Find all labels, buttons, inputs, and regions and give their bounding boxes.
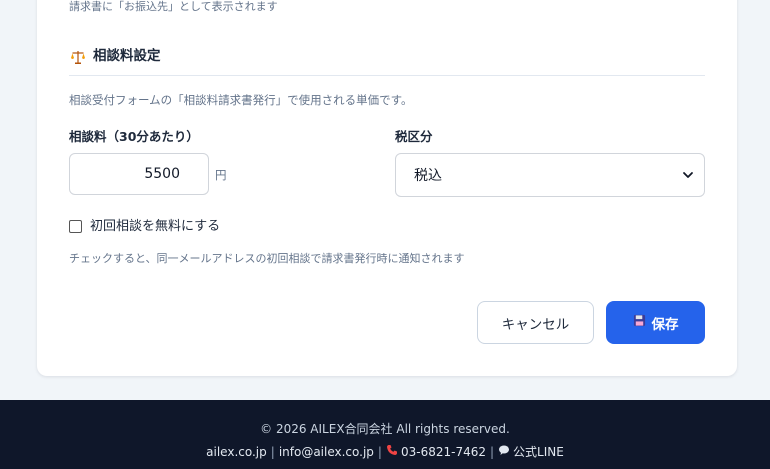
- cancel-button-label: キャンセル: [501, 316, 570, 333]
- email-link[interactable]: info@ailex.co.jp: [279, 444, 374, 460]
- separator: |: [377, 445, 382, 459]
- section-title: 相談料設定: [93, 48, 161, 64]
- phone-icon: [386, 444, 398, 456]
- section-header: 相談料設定: [69, 46, 705, 76]
- separator: |: [270, 445, 275, 459]
- free-first-label[interactable]: 初回相談を無料にする: [90, 218, 220, 235]
- footer: © 2026 AILEX合同会社 All rights reserved. ai…: [0, 400, 770, 469]
- site-link[interactable]: ailex.co.jp: [206, 444, 267, 460]
- tax-selected-value: 税込: [414, 168, 442, 184]
- phone-number: 03-6821-7462: [400, 445, 486, 459]
- fee-label: 相談料（30分あたり）: [69, 129, 199, 144]
- phone-link[interactable]: 03-6821-7462: [386, 444, 486, 460]
- floppy-disk-icon: [633, 314, 646, 331]
- speech-bubble-icon: [498, 444, 510, 456]
- copyright-text: © 2026 AILEX合同会社 All rights reserved.: [260, 422, 510, 436]
- free-first-checkbox[interactable]: [69, 220, 82, 233]
- tax-select[interactable]: 税込: [395, 153, 705, 197]
- chevron-down-icon: [682, 166, 694, 185]
- section-description: 相談受付フォームの「相談料請求書発行」で使用される単価です。: [69, 93, 413, 107]
- line-label: 公式LINE: [513, 445, 564, 459]
- footer-links: ailex.co.jp | info@ailex.co.jp | 03-6821…: [0, 444, 770, 460]
- scales-icon: [69, 48, 87, 66]
- save-button[interactable]: 保存: [606, 301, 705, 344]
- save-button-label: 保存: [651, 316, 679, 333]
- separator: |: [489, 445, 495, 459]
- tax-label: 税区分: [395, 129, 433, 144]
- free-first-hint: チェックすると、同一メールアドレスの初回相談で請求書発行時に通知されます: [69, 252, 465, 265]
- cancel-button[interactable]: キャンセル: [477, 301, 594, 344]
- fee-unit: 円: [215, 168, 227, 182]
- fee-input[interactable]: [69, 153, 209, 195]
- line-link[interactable]: 公式LINE: [498, 444, 564, 460]
- bank-account-note: 請求書に「お振込先」として表示されます: [69, 0, 278, 13]
